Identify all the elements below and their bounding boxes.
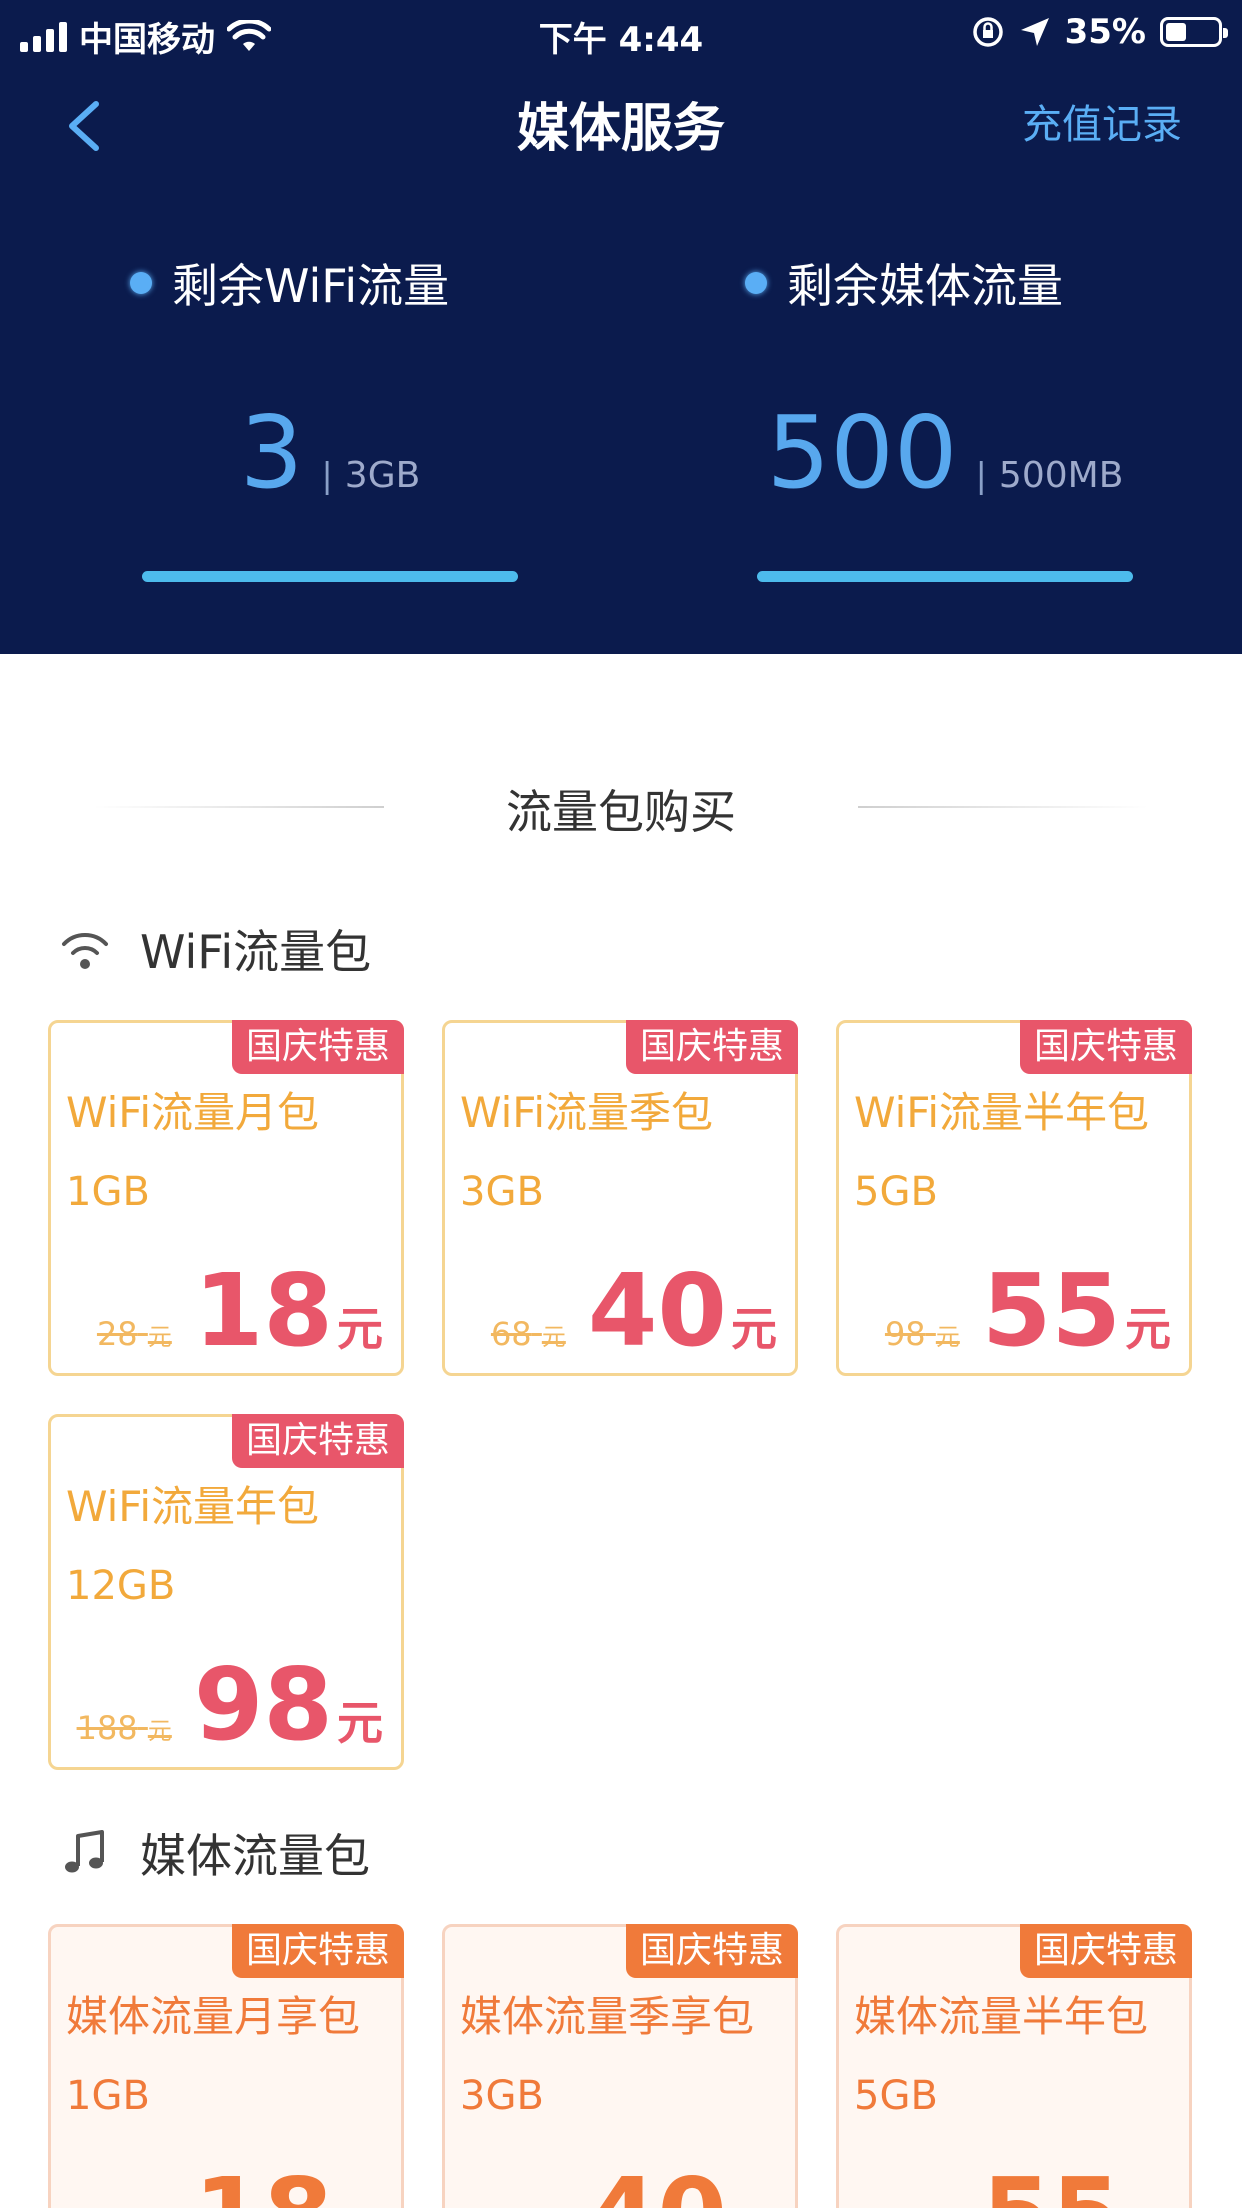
wifi-package-card[interactable]: 国庆特惠 WiFi流量季包 3GB 68 元 40 元 (442, 1020, 798, 1376)
media-progress-bar (757, 571, 1133, 582)
currency-unit: 元 (337, 2197, 383, 2208)
orientation-lock-icon (972, 17, 1003, 47)
blue-dot-icon (745, 272, 767, 294)
media-remaining-value: 500 (766, 394, 958, 511)
promo-badge: 国庆特惠 (231, 1924, 404, 1978)
wifi-remaining-value: 3 (239, 394, 304, 511)
battery-percent: 35% (1064, 12, 1146, 52)
package-name: WiFi流量月包 (66, 1088, 320, 1137)
promo-badge: 国庆特惠 (1019, 1020, 1192, 1074)
currency-unit: 元 (1125, 2197, 1171, 2208)
promo-badge: 国庆特惠 (625, 1020, 798, 1074)
divider-line (858, 806, 1148, 808)
package-name: WiFi流量季包 (460, 1088, 714, 1137)
currency-unit: 元 (337, 1302, 383, 1356)
media-category-title: 媒体流量包 (140, 1829, 370, 1883)
promo-badge: 国庆特惠 (231, 1414, 404, 1468)
package-name: WiFi流量年包 (66, 1482, 320, 1531)
package-name: 媒体流量半年包 (854, 1992, 1149, 2041)
sale-price: 40 (588, 2165, 727, 2208)
wifi-category-header: WiFi流量包 (58, 916, 371, 982)
blue-dot-icon (130, 272, 152, 294)
wifi-progress-bar (142, 571, 518, 582)
package-name: 媒体流量季享包 (460, 1992, 755, 2041)
wifi-package-card[interactable]: 国庆特惠 WiFi流量半年包 5GB 98 元 55 元 (836, 1020, 1192, 1376)
header: 中国移动 下午 4:44 35% 媒体服务 充值记录 剩余WiFi流量 3 | … (0, 0, 1242, 654)
media-remaining-label: 剩余媒体流量 (787, 259, 1063, 313)
separator: | (975, 456, 987, 496)
original-price: 188 元 (76, 1709, 172, 1747)
package-size: 1GB (66, 2073, 150, 2119)
wifi-total: 3GB (344, 455, 421, 496)
music-note-icon (65, 1830, 104, 1873)
media-package-card[interactable]: 国庆特惠 媒体流量半年包 5GB 55 元 (836, 1924, 1192, 2208)
sale-price: 55 (982, 2165, 1121, 2208)
package-size: 3GB (460, 2073, 544, 2119)
currency-unit: 元 (1125, 1302, 1171, 1356)
recharge-history-link[interactable]: 充值记录 (1022, 92, 1182, 150)
battery-icon (1160, 17, 1228, 47)
wifi-package-card[interactable]: 国庆特惠 WiFi流量年包 12GB 188 元 98 元 (48, 1414, 404, 1770)
media-total: 500MB (998, 455, 1124, 496)
media-category-header: 媒体流量包 (58, 1820, 370, 1886)
package-name: WiFi流量半年包 (854, 1088, 1150, 1137)
media-remaining-stat: 剩余媒体流量 500 | 500MB (725, 250, 1165, 582)
location-icon (1020, 18, 1049, 46)
wifi-remaining-stat: 剩余WiFi流量 3 | 3GB (110, 250, 550, 582)
separator: | (321, 456, 333, 496)
promo-badge: 国庆特惠 (231, 1020, 404, 1074)
package-size: 3GB (460, 1169, 544, 1215)
promo-badge: 国庆特惠 (625, 1924, 798, 1978)
currency-unit: 元 (731, 1302, 777, 1356)
currency-unit: 元 (337, 1696, 383, 1750)
original-price: 98 元 (884, 1315, 960, 1353)
sale-price: 55 (981, 1252, 1121, 1369)
wifi-remaining-label: 剩余WiFi流量 (172, 259, 450, 313)
section-title: 流量包购买 (506, 785, 736, 839)
media-package-card[interactable]: 国庆特惠 媒体流量季享包 3GB 40 元 (442, 1924, 798, 2208)
package-size: 1GB (66, 1169, 150, 1215)
wifi-category-title: WiFi流量包 (140, 925, 372, 979)
package-size: 5GB (854, 2073, 938, 2119)
currency-unit: 元 (731, 2197, 777, 2208)
original-price: 68 元 (490, 1315, 566, 1353)
wifi-package-card[interactable]: 国庆特惠 WiFi流量月包 1GB 28 元 18 元 (48, 1020, 404, 1376)
status-bar: 中国移动 下午 4:44 35% (0, 0, 1242, 62)
sale-price: 18 (194, 2165, 333, 2208)
sale-price: 98 (193, 1646, 333, 1763)
package-name: 媒体流量月享包 (66, 1992, 361, 2041)
media-package-card[interactable]: 国庆特惠 媒体流量月享包 1GB 18 元 (48, 1924, 404, 2208)
sale-price: 40 (587, 1252, 727, 1369)
package-size: 12GB (66, 1563, 176, 1609)
package-size: 5GB (854, 1169, 938, 1215)
wifi-icon (62, 933, 108, 969)
original-price: 28 元 (96, 1315, 172, 1353)
promo-badge: 国庆特惠 (1019, 1924, 1192, 1978)
sale-price: 18 (193, 1252, 333, 1369)
